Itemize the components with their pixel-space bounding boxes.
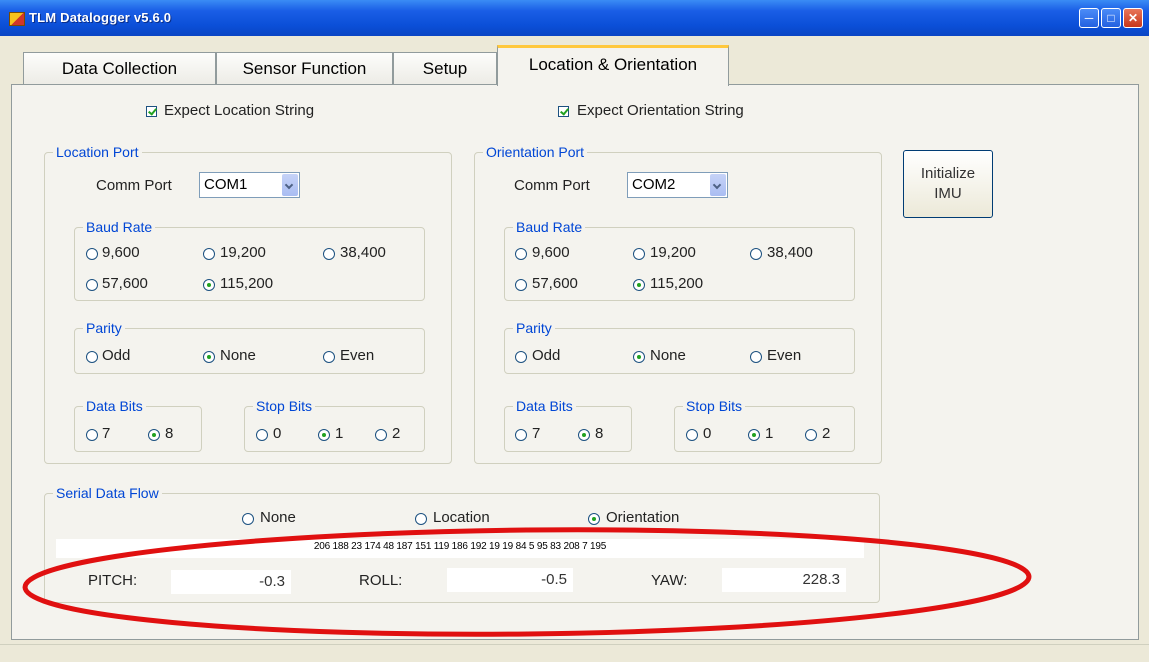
annotation-ellipse <box>22 527 1032 637</box>
tab-location-orientation[interactable]: Location & Orientation <box>497 45 729 86</box>
status-bar <box>0 644 1149 662</box>
app-window: TLM Datalogger v5.6.0 ─ □ ✕ Data Collect… <box>0 0 1149 662</box>
